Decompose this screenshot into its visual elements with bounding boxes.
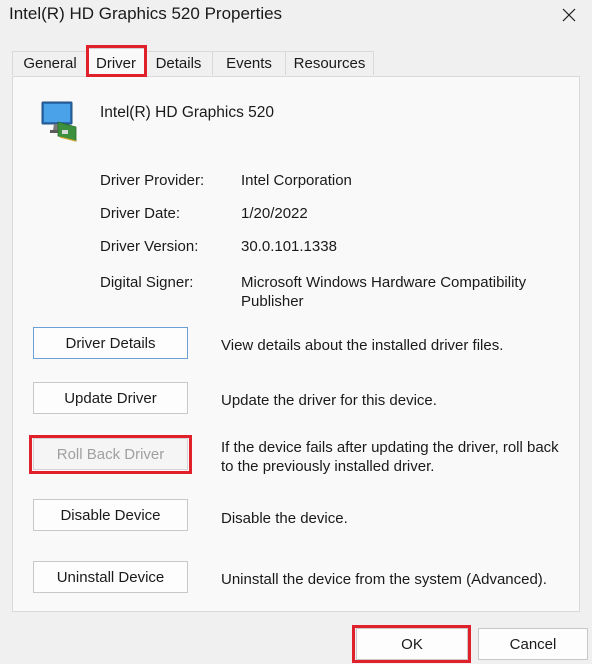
disable-device-button[interactable]: Disable Device [33, 499, 188, 531]
close-button[interactable] [546, 0, 592, 30]
digital-signer-value: Microsoft Windows Hardware Compatibility… [241, 274, 527, 310]
tab-resources[interactable]: Resources [285, 51, 374, 75]
driver-details-button[interactable]: Driver Details [33, 327, 188, 359]
tab-driver[interactable]: Driver [87, 48, 145, 77]
driver-date-label: Driver Date: [100, 205, 181, 222]
title-bar: Intel(R) HD Graphics 520 Properties [0, 0, 592, 32]
uninstall-device-button[interactable]: Uninstall Device [33, 561, 188, 593]
tab-events[interactable]: Events [212, 51, 286, 75]
roll-back-driver-button[interactable]: Roll Back Driver [33, 438, 188, 470]
tab-general[interactable]: General [12, 51, 88, 75]
driver-version-label: Driver Version: [100, 238, 199, 255]
update-driver-button[interactable]: Update Driver [33, 382, 188, 414]
cancel-button[interactable]: Cancel [478, 628, 588, 660]
window-title: Intel(R) HD Graphics 520 Properties [9, 4, 283, 23]
display-adapter-icon [41, 101, 77, 142]
uninstall-device-description: Uninstall the device from the system (Ad… [221, 571, 547, 588]
driver-provider-value: Intel Corporation [241, 172, 352, 189]
driver-provider-label: Driver Provider: [100, 172, 205, 189]
device-name: Intel(R) HD Graphics 520 [100, 104, 275, 121]
driver-details-description: View details about the installed driver … [221, 337, 504, 354]
roll-back-driver-description: If the device fails after updating the d… [221, 439, 559, 475]
ok-button[interactable]: OK [356, 628, 468, 660]
disable-device-description: Disable the device. [221, 510, 348, 527]
digital-signer-label: Digital Signer: [100, 274, 194, 291]
update-driver-description: Update the driver for this device. [221, 392, 437, 409]
close-icon [562, 8, 576, 22]
driver-version-value: 30.0.101.1338 [241, 238, 337, 255]
tab-details[interactable]: Details [144, 51, 213, 75]
driver-date-value: 1/20/2022 [241, 205, 308, 222]
